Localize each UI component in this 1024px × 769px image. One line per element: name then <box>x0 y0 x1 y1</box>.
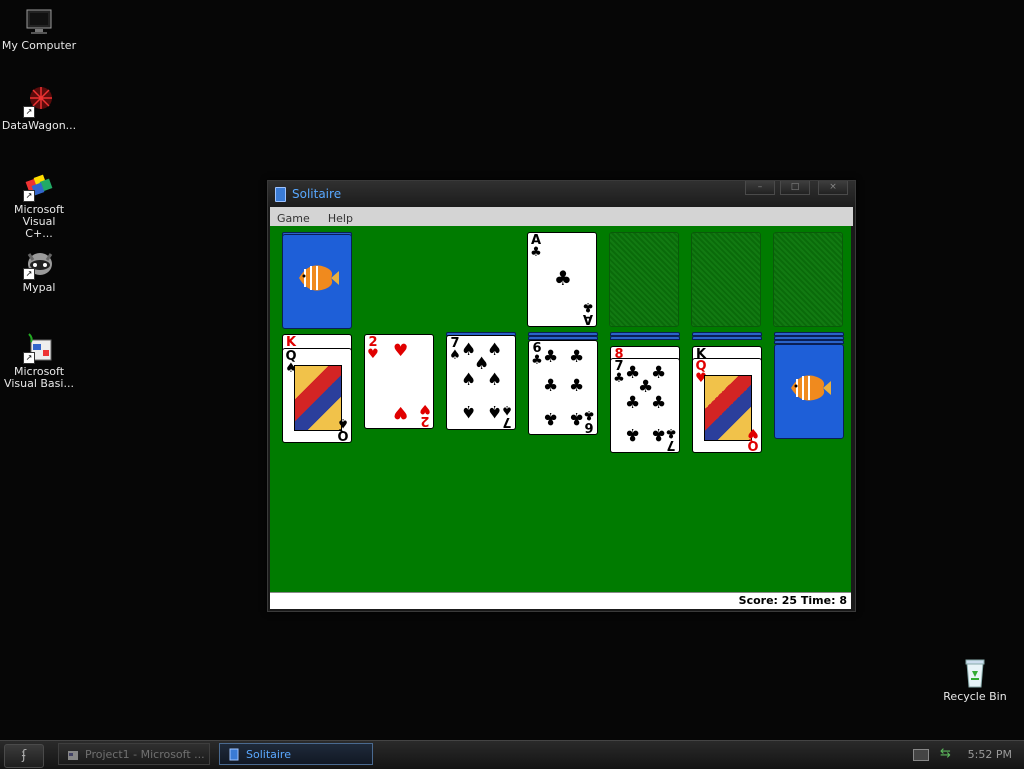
taskbar-item-label: Solitaire <box>246 748 291 761</box>
desktop-icon-visual-cpp[interactable]: ↗ Microsoft Visual C+... <box>0 170 79 240</box>
game-table: A♣ ♣ A♣ K Q♠ Q♠ 2♥ ♥ ♥ 2♥ 7♠ ♠ ♠ <box>270 226 851 592</box>
solitaire-app-icon <box>229 748 239 761</box>
solitaire-app-icon <box>275 187 286 202</box>
recycle-bin-icon <box>959 657 991 689</box>
desktop-icon-recycle-bin[interactable]: Recycle Bin <box>935 657 1015 703</box>
card-corner: Q ♠ <box>337 415 349 442</box>
queen-face-icon <box>704 375 752 441</box>
tableau-face-down-card[interactable] <box>774 344 844 439</box>
club-icon: ♣ <box>569 347 585 367</box>
foundation-ace-clubs[interactable]: A ♣ ♣ A ♣ <box>527 232 597 327</box>
desktop-icon-visual-basic[interactable]: ↗ Microsoft Visual Basi... <box>0 332 79 390</box>
clock[interactable]: 5:52 PM <box>968 748 1012 761</box>
datawagon-icon: ↗ <box>23 86 55 118</box>
visual-basic-icon <box>68 751 78 760</box>
spade-icon: ♠ <box>461 401 477 421</box>
spade-icon: ♠ <box>461 370 477 390</box>
card-corner: 7 ♠ <box>449 336 461 363</box>
close-button[interactable]: × <box>818 181 848 195</box>
club-icon: ♣ <box>569 376 585 396</box>
fish-card-back-icon <box>791 375 831 401</box>
maximize-button[interactable]: □ <box>780 181 810 195</box>
keyboard-icon[interactable] <box>913 749 929 761</box>
status-bar: Score: 25 Time: 8 <box>270 592 851 609</box>
tableau-card-seven-spades[interactable]: 7 ♠ ♠ ♠ ♠ ♠ ♠ ♠ ♠ 7 ♠ <box>446 335 516 430</box>
taskbar-item-project1[interactable]: Project1 - Microsoft ... <box>58 743 210 765</box>
window-title: Solitaire <box>292 187 342 201</box>
stock-pile[interactable] <box>282 234 352 329</box>
card-corner: Q ♥ <box>747 425 759 452</box>
club-icon: ♣ <box>543 347 559 367</box>
shortcut-arrow-icon: ↗ <box>23 106 35 118</box>
card-corner: 6 ♣ <box>531 341 543 368</box>
club-icon: ♣ <box>543 408 559 428</box>
desktop-icon-label: Microsoft Visual C+... <box>13 203 65 240</box>
spade-icon: ♠ <box>487 340 503 360</box>
foundation-slot[interactable] <box>691 232 761 327</box>
mypal-icon: ↗ <box>23 248 55 280</box>
desktop-icon-label: DataWagon... <box>1 119 77 132</box>
club-icon: ♣ <box>651 363 667 383</box>
score-time-status: Score: 25 Time: 8 <box>738 594 847 607</box>
menu-help[interactable]: Help <box>321 209 359 225</box>
start-button[interactable]: ʄ <box>4 744 44 768</box>
club-icon: ♣ <box>651 393 667 413</box>
card-corner: 2 ♥ <box>419 401 431 428</box>
foundation-slot[interactable] <box>609 232 679 327</box>
visual-cpp-icon: ↗ <box>23 170 55 202</box>
club-icon: ♣ <box>625 424 641 444</box>
menu-bar: Game Help <box>270 207 853 226</box>
solitaire-window: Solitaire – □ × Game Help A ♣ ♣ A ♣ K Q … <box>267 180 856 612</box>
spade-icon: ♠ <box>487 401 503 421</box>
desktop-icon-datawagon[interactable]: ↗ DataWagon... <box>0 86 79 132</box>
shortcut-arrow-icon: ↗ <box>23 190 35 202</box>
card-corner: 6 ♣ <box>583 407 595 434</box>
heart-icon: ♥ <box>393 341 409 361</box>
desktop-icon-label: Recycle Bin <box>943 690 1007 703</box>
taskbar-item-label: Project1 - Microsoft ... <box>85 748 205 761</box>
card-corner: A ♣ <box>530 233 542 260</box>
tableau-card-seven-clubs[interactable]: 7 ♣ ♣ ♣ ♣ ♣ ♣ ♣ ♣ 7 ♣ <box>610 358 680 453</box>
desktop-icon-label: My Computer <box>1 39 77 52</box>
tableau-card-two-hearts[interactable]: 2 ♥ ♥ ♥ 2 ♥ <box>364 334 434 429</box>
tableau-card-queen-hearts[interactable]: Q ♥ Q ♥ <box>692 358 762 453</box>
desktop-icon-label: Microsoft Visual Basi... <box>4 365 74 390</box>
queen-face-icon <box>294 365 342 431</box>
shortcut-arrow-icon: ↗ <box>23 268 35 280</box>
tableau-card-queen-spades[interactable]: Q ♠ Q ♠ <box>282 348 352 443</box>
shortcut-arrow-icon: ↗ <box>23 352 35 364</box>
hidden-cards-edge <box>692 336 762 340</box>
card-corner: 7 ♠ <box>501 402 513 429</box>
club-icon: ♣ <box>543 376 559 396</box>
hidden-cards-edge <box>610 336 680 340</box>
title-bar[interactable]: Solitaire – □ × <box>268 181 855 207</box>
network-icon[interactable]: ⇆ <box>940 746 951 761</box>
tableau-card-six-clubs[interactable]: 6 ♣ ♣ ♣ ♣ ♣ ♣ ♣ 6 ♣ <box>528 340 598 435</box>
club-icon: ♣ <box>651 424 667 444</box>
spade-icon: ♠ <box>487 370 503 390</box>
monitor-icon <box>23 6 55 38</box>
club-icon: ♣ <box>625 393 641 413</box>
card-corner: 7 ♣ <box>665 425 677 452</box>
heart-icon: ♥ <box>393 402 409 422</box>
minimize-button[interactable]: – <box>745 181 775 195</box>
card-corner: 2 ♥ <box>367 335 379 362</box>
card-corner: 7 ♣ <box>613 359 625 386</box>
taskbar: ʄ Project1 - Microsoft ... Solitaire ⇆ 5… <box>0 740 1024 769</box>
club-icon: ♣ <box>569 408 585 428</box>
visual-basic-icon: ↗ <box>23 332 55 364</box>
fish-card-back-icon <box>299 265 339 291</box>
menu-game[interactable]: Game <box>270 209 316 225</box>
club-icon: ♣ <box>554 266 572 290</box>
desktop-icon-label: Mypal <box>22 281 56 294</box>
desktop-icon-my-computer[interactable]: My Computer <box>0 6 79 52</box>
foundation-slot[interactable] <box>773 232 843 327</box>
taskbar-item-solitaire[interactable]: Solitaire <box>219 743 373 765</box>
card-corner: A ♣ <box>582 299 594 326</box>
desktop-icon-mypal[interactable]: ↗ Mypal <box>0 248 79 294</box>
